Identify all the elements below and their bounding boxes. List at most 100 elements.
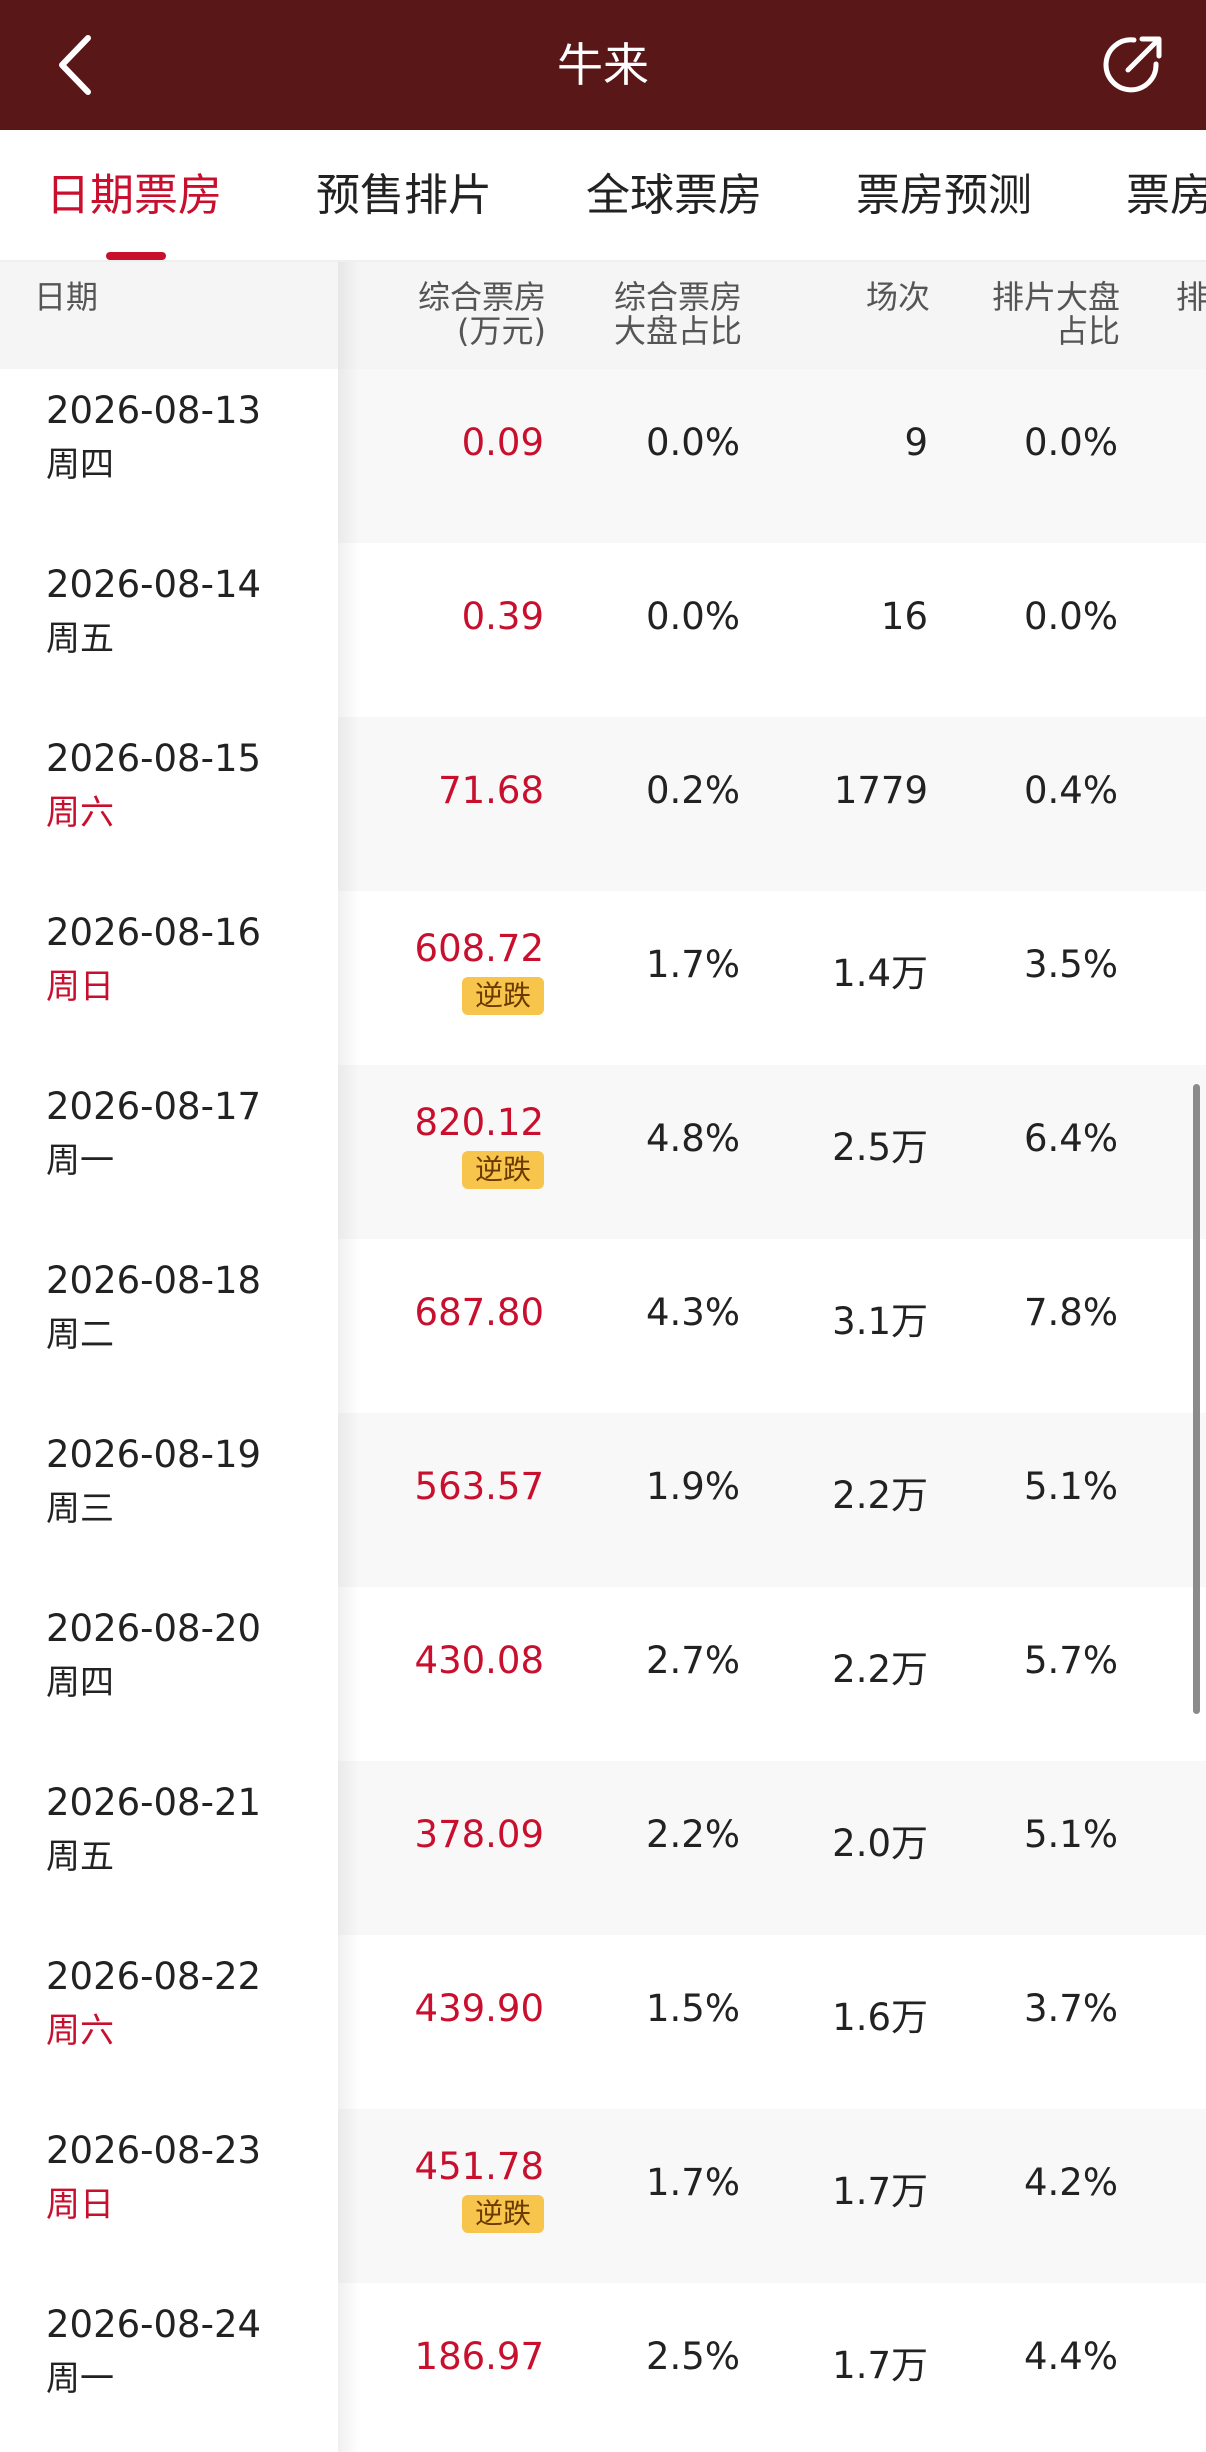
row-box-office: 0.39 xyxy=(461,595,544,638)
column-header-screen-share[interactable]: 排片大盘 占比 xyxy=(992,280,1120,348)
row-market-share: 0.0% xyxy=(646,595,740,638)
vertical-scrollbar[interactable] xyxy=(1193,1084,1200,1714)
tab-box-office-more[interactable]: 票房 xyxy=(1126,130,1206,260)
row-date: 2026-08-24 xyxy=(46,2303,262,2346)
back-button[interactable] xyxy=(52,32,112,98)
row-screenings: 2.5万 xyxy=(832,1126,928,1169)
row-date: 2026-08-16 xyxy=(46,911,262,954)
table-row[interactable]: 2026-08-17 周一 820.12 逆跌 4.8% 2.5万 6.4% xyxy=(0,1065,1206,1239)
tab-daily-box-office[interactable]: 日期票房 xyxy=(46,130,222,260)
row-screenings: 2.2万 xyxy=(832,1648,928,1691)
row-screen-share: 0.0% xyxy=(1024,595,1118,638)
column-header-screen-share-line2: 占比 xyxy=(1055,312,1120,350)
row-date: 2026-08-20 xyxy=(46,1607,262,1650)
row-screenings: 3.1万 xyxy=(832,1300,928,1343)
row-screen-share: 4.4% xyxy=(1024,2335,1118,2378)
trend-badge: 逆跌 xyxy=(462,977,544,1015)
column-header-market-share[interactable]: 综合票房 大盘占比 xyxy=(614,280,742,348)
row-market-share: 2.7% xyxy=(646,1639,740,1682)
row-screenings: 2.2万 xyxy=(832,1474,928,1517)
share-button[interactable] xyxy=(1098,30,1168,100)
table-row[interactable]: 2026-08-19 周三 563.57 1.9% 2.2万 5.1% xyxy=(0,1413,1206,1587)
row-screen-share: 0.4% xyxy=(1024,769,1118,812)
row-market-share: 1.9% xyxy=(646,1465,740,1508)
back-arrow-icon xyxy=(59,35,91,95)
tab-presale-schedule[interactable]: 预售排片 xyxy=(316,130,492,260)
column-header-date[interactable]: 日期 xyxy=(34,280,98,314)
tab-box-office-forecast[interactable]: 票房预测 xyxy=(856,130,1032,260)
row-market-share: 0.2% xyxy=(646,769,740,812)
column-header-screen-share-line1: 排片大盘 xyxy=(991,278,1120,316)
row-screen-share: 6.4% xyxy=(1024,1117,1118,1160)
row-weekday: 周五 xyxy=(46,1837,114,1877)
row-market-share: 1.7% xyxy=(646,943,740,986)
row-date: 2026-08-23 xyxy=(46,2129,262,2172)
row-box-office: 0.09 xyxy=(461,421,544,464)
table-row[interactable]: 2026-08-24 周一 186.97 2.5% 1.7万 4.4% xyxy=(0,2283,1206,2452)
page-title: 牛来 xyxy=(557,38,649,92)
row-weekday: 周日 xyxy=(46,2185,114,2225)
column-header-market-share-line2: 大盘占比 xyxy=(613,312,742,350)
row-screen-share: 7.8% xyxy=(1024,1291,1118,1334)
trend-badge: 逆跌 xyxy=(462,1151,544,1189)
row-screenings: 1.7万 xyxy=(832,2344,928,2387)
row-screenings: 1.4万 xyxy=(832,952,928,995)
row-market-share: 4.8% xyxy=(646,1117,740,1160)
row-screenings: 2.0万 xyxy=(832,1822,928,1865)
row-weekday: 周四 xyxy=(46,1663,114,1703)
column-header-screenings[interactable]: 场次 xyxy=(866,280,930,314)
column-header-box-office-line1: 综合票房 xyxy=(417,278,546,316)
row-weekday: 周四 xyxy=(46,445,114,485)
row-date: 2026-08-14 xyxy=(46,563,262,606)
table-row[interactable]: 2026-08-20 周四 430.08 2.7% 2.2万 5.7% xyxy=(0,1587,1206,1761)
table-row[interactable]: 2026-08-16 周日 608.72 逆跌 1.7% 1.4万 3.5% xyxy=(0,891,1206,1065)
row-date: 2026-08-15 xyxy=(46,737,262,780)
row-market-share: 2.5% xyxy=(646,2335,740,2378)
row-weekday: 周五 xyxy=(46,619,114,659)
row-screen-share: 5.1% xyxy=(1024,1465,1118,1508)
tab-bar: 日期票房 预售排片 全球票房 票房预测 票房 xyxy=(0,130,1206,262)
table-row[interactable]: 2026-08-18 周二 687.80 4.3% 3.1万 7.8% xyxy=(0,1239,1206,1413)
row-weekday: 周三 xyxy=(46,1489,114,1529)
row-date: 2026-08-19 xyxy=(46,1433,262,1476)
row-market-share: 1.7% xyxy=(646,2161,740,2204)
row-market-share: 1.5% xyxy=(646,1987,740,2030)
row-market-share: 2.2% xyxy=(646,1813,740,1856)
table-row[interactable]: 2026-08-22 周六 439.90 1.5% 1.6万 3.7% xyxy=(0,1935,1206,2109)
row-box-office: 687.80 xyxy=(414,1291,544,1334)
active-tab-indicator xyxy=(106,252,166,260)
column-header-market-share-line1: 综合票房 xyxy=(613,278,742,316)
row-screen-share: 3.7% xyxy=(1024,1987,1118,2030)
row-screenings: 1.7万 xyxy=(832,2170,928,2213)
row-box-office: 378.09 xyxy=(414,1813,544,1856)
table-row[interactable]: 2026-08-23 周日 451.78 逆跌 1.7% 1.7万 4.2% xyxy=(0,2109,1206,2283)
table-row[interactable]: 2026-08-13 周四 0.09 0.0% 9 0.0% xyxy=(0,369,1206,543)
row-box-office: 439.90 xyxy=(414,1987,544,2030)
row-box-office: 71.68 xyxy=(438,769,544,812)
column-header-more[interactable]: 排 xyxy=(1176,280,1206,314)
row-weekday: 周六 xyxy=(46,793,114,833)
row-weekday: 周日 xyxy=(46,967,114,1007)
share-icon xyxy=(1103,36,1162,93)
top-bar: 牛来 xyxy=(0,0,1206,130)
table-row[interactable]: 2026-08-15 周六 71.68 0.2% 1779 0.4% xyxy=(0,717,1206,891)
tab-global-box-office[interactable]: 全球票房 xyxy=(586,130,762,260)
trend-badge: 逆跌 xyxy=(462,2195,544,2233)
row-screenings: 16 xyxy=(880,595,928,638)
row-screen-share: 0.0% xyxy=(1024,421,1118,464)
table-row[interactable]: 2026-08-14 周五 0.39 0.0% 16 0.0% xyxy=(0,543,1206,717)
row-date: 2026-08-21 xyxy=(46,1781,262,1824)
row-market-share: 4.3% xyxy=(646,1291,740,1334)
row-screen-share: 4.2% xyxy=(1024,2161,1118,2204)
row-screen-share: 3.5% xyxy=(1024,943,1118,986)
row-screenings: 1779 xyxy=(833,769,928,812)
column-header-box-office[interactable]: 综合票房 (万元) xyxy=(418,280,546,348)
row-weekday: 周六 xyxy=(46,2011,114,2051)
row-weekday: 周二 xyxy=(46,1315,114,1355)
table-row[interactable]: 2026-08-21 周五 378.09 2.2% 2.0万 5.1% xyxy=(0,1761,1206,1935)
row-market-share: 0.0% xyxy=(646,421,740,464)
row-screenings: 1.6万 xyxy=(832,1996,928,2039)
row-weekday: 周一 xyxy=(46,2359,114,2399)
column-header-box-office-line2: (万元) xyxy=(457,312,546,350)
row-weekday: 周一 xyxy=(46,1141,114,1181)
